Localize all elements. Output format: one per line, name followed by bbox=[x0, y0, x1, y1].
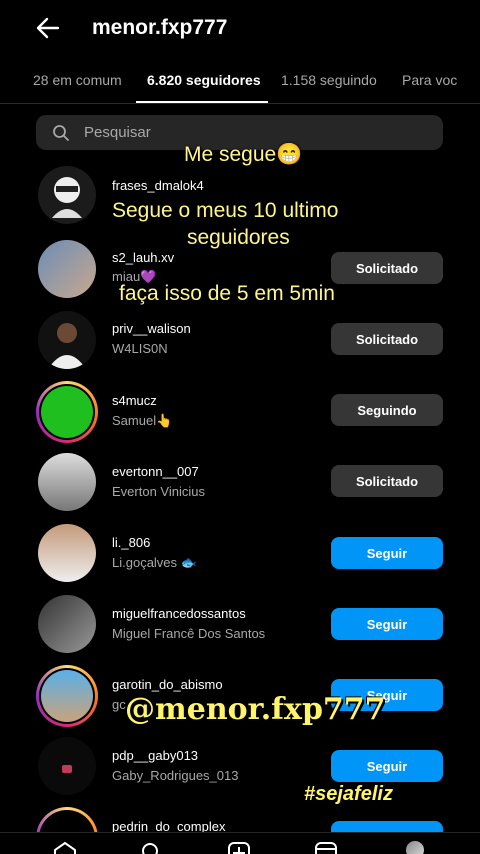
home-icon[interactable] bbox=[52, 841, 78, 854]
tab-bar: 28 em comum 6.820 seguidores 1.158 segui… bbox=[0, 60, 480, 104]
search-icon bbox=[53, 125, 69, 141]
requested-button[interactable]: Solicitado bbox=[331, 465, 443, 497]
username[interactable]: priv__walison bbox=[112, 321, 191, 336]
list-item[interactable]: pdp__gaby013 Gaby_Rodrigues_013 Seguir bbox=[0, 728, 480, 799]
tab-mutual[interactable]: 28 em comum bbox=[33, 72, 122, 88]
avatar-story-ring[interactable] bbox=[36, 807, 98, 832]
requested-button[interactable]: Solicitado bbox=[331, 252, 443, 284]
tab-following[interactable]: 1.158 seguindo bbox=[281, 72, 377, 88]
follow-button[interactable]: Seguir bbox=[331, 537, 443, 569]
avatar-image bbox=[62, 765, 72, 773]
full-name: Gaby_Rodrigues_013 bbox=[112, 768, 239, 783]
list-item[interactable]: evertonn__007 Everton Vinicius Solicitad… bbox=[0, 444, 480, 515]
overlay-caption-1: Me segue😁 bbox=[184, 143, 303, 166]
avatar[interactable] bbox=[38, 737, 96, 795]
full-name: Li.goçalves 🐟 bbox=[112, 555, 197, 570]
full-name: W4LIS0N bbox=[112, 341, 168, 356]
top-bar: menor.fxp777 bbox=[0, 0, 480, 60]
avatar-image bbox=[41, 670, 93, 722]
overlay-caption-3: seguidores bbox=[187, 226, 290, 249]
overlay-hashtag: #sejafeliz bbox=[304, 783, 393, 805]
username[interactable]: pedrin_do_complex bbox=[112, 819, 225, 832]
requested-button[interactable]: Solicitado bbox=[331, 323, 443, 355]
username[interactable]: garotin_do_abismo bbox=[112, 677, 223, 692]
full-name: Everton Vinicius bbox=[112, 484, 205, 499]
overlay-caption-2: Segue o meus 10 ultimo bbox=[112, 199, 339, 222]
avatar bbox=[39, 384, 95, 440]
create-icon[interactable] bbox=[226, 841, 252, 854]
avatar[interactable] bbox=[38, 453, 96, 511]
list-item[interactable]: priv__walison W4LIS0N Solicitado bbox=[0, 302, 480, 373]
username[interactable]: s4mucz bbox=[112, 393, 157, 408]
bottom-nav bbox=[0, 832, 480, 854]
username[interactable]: miguelfrancedossantos bbox=[112, 606, 246, 621]
avatar-image bbox=[48, 323, 86, 369]
avatar[interactable] bbox=[38, 524, 96, 582]
search-placeholder: Pesquisar bbox=[84, 124, 151, 141]
follow-button[interactable]: Seguir bbox=[331, 750, 443, 782]
username[interactable]: li._806 bbox=[112, 535, 150, 550]
active-tab-indicator bbox=[136, 101, 268, 103]
avatar bbox=[39, 810, 95, 832]
profile-avatar-icon[interactable] bbox=[406, 841, 424, 854]
full-name: gc bbox=[112, 697, 126, 712]
avatar-image bbox=[41, 386, 93, 438]
list-item[interactable]: s4mucz Samuel👆 Seguindo bbox=[0, 373, 480, 444]
back-arrow-icon[interactable] bbox=[34, 14, 62, 42]
avatar[interactable] bbox=[38, 595, 96, 653]
reels-icon[interactable] bbox=[313, 841, 339, 854]
page-title: menor.fxp777 bbox=[92, 16, 228, 39]
search-icon[interactable] bbox=[138, 841, 164, 854]
follow-button[interactable]: Seguir bbox=[331, 608, 443, 640]
avatar bbox=[39, 668, 95, 724]
follow-button[interactable] bbox=[331, 821, 443, 832]
list-item[interactable]: pedrin_do_complex bbox=[0, 799, 480, 832]
tab-for-you[interactable]: Para voc bbox=[402, 72, 457, 88]
username[interactable]: evertonn__007 bbox=[112, 464, 199, 479]
avatar[interactable] bbox=[38, 166, 96, 224]
avatar-story-ring[interactable] bbox=[36, 665, 98, 727]
full-name: Samuel👆 bbox=[112, 413, 173, 428]
avatar-image bbox=[52, 177, 82, 218]
avatar[interactable] bbox=[38, 311, 96, 369]
avatar[interactable] bbox=[38, 240, 96, 298]
list-item[interactable]: miguelfrancedossantos Miguel Francê Dos … bbox=[0, 586, 480, 657]
following-button[interactable]: Seguindo bbox=[331, 394, 443, 426]
username[interactable]: frases_dmalok4 bbox=[112, 178, 204, 193]
overlay-caption-4: faça isso de 5 em 5min bbox=[119, 282, 335, 305]
overlay-handle: @menor.fxp777 bbox=[125, 692, 386, 727]
full-name: Miguel Francê Dos Santos bbox=[112, 626, 266, 641]
list-item[interactable]: li._806 Li.goçalves 🐟 Seguir bbox=[0, 515, 480, 586]
username[interactable]: pdp__gaby013 bbox=[112, 748, 198, 763]
avatar-story-ring[interactable] bbox=[36, 381, 98, 443]
tab-followers[interactable]: 6.820 seguidores bbox=[147, 72, 261, 88]
username[interactable]: s2_lauh.xv bbox=[112, 250, 174, 265]
